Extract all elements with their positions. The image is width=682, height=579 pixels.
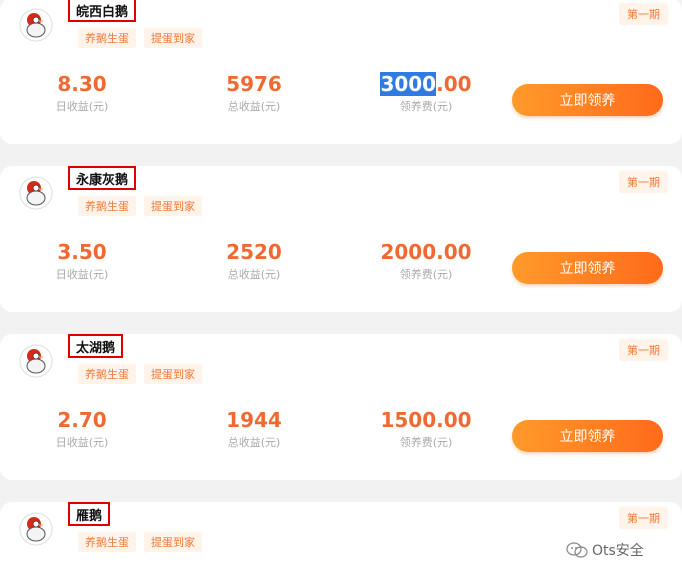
total-income-value: 2520 (226, 240, 282, 264)
daily-income-value: 8.30 (57, 72, 107, 96)
goose-avatar-icon (19, 344, 53, 378)
goose-avatar-icon (19, 512, 53, 546)
total-income-label: 总收益(元) (227, 100, 281, 113)
tag-list: 养鹅生蛋 提蛋到家 (78, 364, 202, 384)
tag-eggs-delivered: 提蛋到家 (144, 364, 202, 384)
total-income-value: 5976 (226, 72, 282, 96)
total-income-value: 1944 (226, 408, 282, 432)
total-income: 2520 总收益(元) (194, 240, 314, 282)
daily-income-label: 日收益(元) (55, 100, 109, 113)
goose-avatar-icon (19, 8, 53, 42)
daily-income-label: 日收益(元) (55, 268, 109, 281)
watermark-text: Ots安全 (592, 543, 644, 559)
adopt-now-button[interactable]: 立即领养 (512, 84, 663, 116)
tag-lay-eggs: 养鹅生蛋 (78, 28, 136, 48)
adoption-fee: 1500.00 领养费(元) (366, 408, 486, 450)
adopt-now-button[interactable]: 立即领养 (512, 420, 663, 452)
goose-card: 永康灰鹅 养鹅生蛋 提蛋到家 第一期 3.50 日收益(元) 2520 总收益(… (0, 166, 682, 312)
tag-list: 养鹅生蛋 提蛋到家 (78, 532, 202, 552)
goose-name: 皖西白鹅 (68, 0, 137, 22)
period-badge: 第一期 (619, 3, 668, 25)
daily-income: 8.30 日收益(元) (22, 72, 142, 114)
total-income-label: 总收益(元) (227, 436, 281, 449)
tag-eggs-delivered: 提蛋到家 (144, 196, 202, 216)
adoption-fee-label: 领养费(元) (399, 436, 453, 449)
adoption-fee-label: 领养费(元) (399, 100, 453, 113)
tag-lay-eggs: 养鹅生蛋 (78, 364, 136, 384)
goose-name: 太湖鹅 (68, 334, 124, 358)
goose-name: 雁鹅 (68, 502, 111, 526)
period-badge: 第一期 (619, 171, 668, 193)
goose-card: 太湖鹅 养鹅生蛋 提蛋到家 第一期 2.70 日收益(元) 1944 总收益(元… (0, 334, 682, 480)
period-badge: 第一期 (619, 339, 668, 361)
adoption-fee-value: 2000.00 (380, 240, 472, 264)
tag-eggs-delivered: 提蛋到家 (144, 28, 202, 48)
total-income-label: 总收益(元) (227, 268, 281, 281)
adoption-fee: 2000.00 领养费(元) (366, 240, 486, 282)
selected-text: 3000 (380, 72, 437, 96)
adopt-now-button[interactable]: 立即领养 (512, 252, 663, 284)
wechat-icon (566, 542, 588, 558)
goose-card: 皖西白鹅 养鹅生蛋 提蛋到家 第一期 8.30 日收益(元) 5976 总收益(… (0, 0, 682, 144)
fee-text: .00 (436, 72, 472, 96)
daily-income-value: 2.70 (57, 408, 107, 432)
period-badge: 第一期 (619, 507, 668, 529)
daily-income-value: 3.50 (57, 240, 107, 264)
watermark: Ots安全 (566, 540, 644, 560)
adoption-fee-label: 领养费(元) (399, 268, 453, 281)
daily-income: 3.50 日收益(元) (22, 240, 142, 282)
adoption-fee-value: 1500.00 (380, 408, 472, 432)
goose-name: 永康灰鹅 (68, 166, 137, 190)
daily-income-label: 日收益(元) (55, 436, 109, 449)
adoption-fee: 3000.00 领养费(元) (366, 72, 486, 114)
tag-lay-eggs: 养鹅生蛋 (78, 196, 136, 216)
tag-lay-eggs: 养鹅生蛋 (78, 532, 136, 552)
adoption-fee-value: 3000.00 (366, 72, 486, 96)
tag-eggs-delivered: 提蛋到家 (144, 532, 202, 552)
total-income: 5976 总收益(元) (194, 72, 314, 114)
tag-list: 养鹅生蛋 提蛋到家 (78, 28, 202, 48)
tag-list: 养鹅生蛋 提蛋到家 (78, 196, 202, 216)
daily-income: 2.70 日收益(元) (22, 408, 142, 450)
goose-avatar-icon (19, 176, 53, 210)
total-income: 1944 总收益(元) (194, 408, 314, 450)
